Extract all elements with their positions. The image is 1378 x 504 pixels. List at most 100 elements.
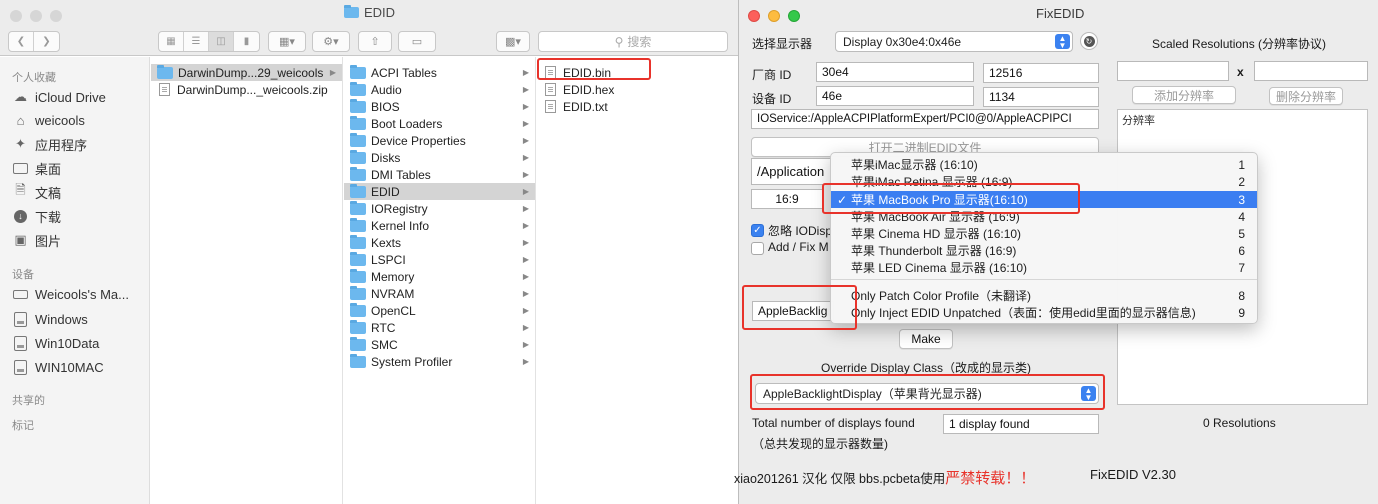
pictures-icon: ▣ (14, 232, 27, 247)
disclosure-arrow-icon: ▶ (522, 136, 529, 145)
folder-row[interactable]: DMI Tables ▶ (344, 166, 535, 183)
sidebar-item-device-win10data[interactable]: Win10Data (12, 332, 99, 354)
sidebar-item-label: 图片 (35, 233, 62, 249)
res-width-field[interactable] (1117, 61, 1229, 81)
folder-row[interactable]: Disks ▶ (344, 149, 535, 166)
folder-row[interactable]: RTC ▶ (344, 319, 535, 336)
add-fix-checkbox[interactable] (751, 242, 764, 255)
vendor-id-hex-field[interactable]: 30e4 (816, 62, 974, 82)
close-window-button[interactable] (10, 10, 22, 22)
menu-item[interactable]: 苹果 LED Cinema 显示器 (16:10) 7 (831, 259, 1257, 276)
refresh-icon: ↻ (1083, 35, 1095, 47)
file-row[interactable]: EDID.hex (537, 81, 738, 98)
folder-row[interactable]: ACPI Tables ▶ (344, 64, 535, 81)
ioservice-path-field[interactable]: IOService:/AppleACPIPlatformExpert/PCI0@… (751, 109, 1099, 129)
folder-row[interactable]: Memory ▶ (344, 268, 535, 285)
menu-item[interactable]: 苹果 Cinema HD 显示器 (16:10) 5 (831, 225, 1257, 242)
ignore-iodisplay-checkbox[interactable]: ✓ (751, 224, 764, 237)
menu-item-label: Only Patch Color Profile（未翻译) (851, 289, 1032, 303)
view-mode-segment: ▦ ☰ ◫ ▮ (158, 31, 260, 52)
aspect-ratio-field[interactable]: 16:9 (751, 189, 823, 209)
folder-row[interactable]: IORegistry ▶ (344, 200, 535, 217)
sidebar-item-applications[interactable]: ✦ 应用程序 (12, 133, 87, 155)
menu-item[interactable]: ✓ 苹果 MacBook Pro 显示器(16:10) 3 (831, 191, 1257, 208)
folder-row[interactable]: Audio ▶ (344, 81, 535, 98)
device-id-dec-field[interactable]: 1134 (983, 87, 1099, 107)
folder-row[interactable]: OpenCL ▶ (344, 302, 535, 319)
file-row[interactable]: EDID.bin (537, 64, 738, 81)
sidebar-section-favorites: 个人收藏 (12, 72, 56, 84)
res-x-separator: x (1237, 65, 1244, 79)
applications-icon: ✦ (15, 136, 26, 151)
zoom-window-button[interactable] (50, 10, 62, 22)
display-select[interactable]: Display 0x30e4:0x46e ▲ ▼ (835, 31, 1073, 52)
menu-item-label: 苹果iMac显示器 (16:10) (851, 158, 978, 172)
sidebar-item-device-windows[interactable]: Windows (12, 308, 88, 330)
menu-item[interactable]: 苹果iMac Retina 显示器 (16:9) 2 (831, 173, 1257, 190)
folder-row[interactable]: LSPCI ▶ (344, 251, 535, 268)
folder-row[interactable]: Device Properties ▶ (344, 132, 535, 149)
delete-resolution-button[interactable]: 删除分辨率 (1269, 87, 1343, 105)
browser-column-3: EDID.bin EDID.hex EDID.txt (537, 57, 738, 504)
file-row[interactable]: DarwinDump..._weicools.zip (151, 81, 342, 98)
folder-icon (350, 319, 366, 334)
override-display-class-select[interactable]: AppleBacklightDisplay（苹果背光显示器) ▲ ▼ (755, 383, 1099, 404)
forward-button[interactable]: ❯ (34, 32, 59, 51)
action-button[interactable]: ⚙▾ (312, 31, 350, 52)
sidebar-item-downloads[interactable]: ↓ 下载 (12, 205, 61, 227)
close-window-button[interactable] (748, 10, 760, 22)
menu-item[interactable]: 苹果 Thunderbolt 显示器 (16:9) 6 (831, 242, 1257, 259)
folder-icon (350, 285, 366, 300)
sidebar-item-icloud[interactable]: ☁ iCloud Drive (12, 86, 106, 108)
home-icon: ⌂ (16, 112, 25, 128)
path-button[interactable]: ▩▾ (496, 31, 530, 52)
make-button[interactable]: Make (899, 329, 953, 349)
menu-item[interactable]: 苹果iMac显示器 (16:10) 1 (831, 156, 1257, 173)
checkmark-icon: ✓ (753, 225, 762, 236)
share-button[interactable]: ⇧ (358, 31, 392, 52)
folder-icon (350, 251, 366, 266)
folder-row[interactable]: Kernel Info ▶ (344, 217, 535, 234)
column-view-icon[interactable]: ◫ (209, 32, 234, 51)
menu-item[interactable]: Only Inject EDID Unpatched（表面：使用edid里面的显… (831, 304, 1257, 321)
sidebar-item-device-win10mac[interactable]: WIN10MAC (12, 356, 104, 378)
folder-row[interactable]: NVRAM ▶ (344, 285, 535, 302)
add-resolution-button[interactable]: 添加分辨率 (1132, 86, 1236, 104)
file-row[interactable]: EDID.txt (537, 98, 738, 115)
icon-view-icon[interactable]: ▦ (159, 32, 184, 51)
sidebar-item-documents[interactable]: 🗎 文稿 (12, 181, 61, 203)
vendor-id-dec-field[interactable]: 12516 (983, 63, 1099, 83)
folder-row[interactable]: BIOS ▶ (344, 98, 535, 115)
back-button[interactable]: ❮ (9, 32, 34, 51)
list-view-icon[interactable]: ☰ (184, 32, 209, 51)
folder-icon (157, 64, 173, 79)
tags-button[interactable]: ▭ (398, 31, 436, 52)
minimize-window-button[interactable] (30, 10, 42, 22)
arrange-button[interactable]: ▦▾ (268, 31, 306, 52)
minimize-window-button[interactable] (768, 10, 780, 22)
device-id-hex-field[interactable]: 46e (816, 86, 974, 106)
display-class-field[interactable]: AppleBacklig (752, 301, 834, 321)
search-input[interactable]: ⚲ 搜索 (538, 31, 728, 52)
disclosure-arrow-icon: ▶ (522, 323, 529, 332)
sidebar-item-pictures[interactable]: ▣ 图片 (12, 229, 61, 251)
zoom-window-button[interactable] (788, 10, 800, 22)
file-row[interactable]: DarwinDump...29_weicools ▶ (151, 64, 342, 81)
menu-item[interactable]: Only Patch Color Profile（未翻译) 8 (831, 287, 1257, 304)
folder-row[interactable]: Kexts ▶ (344, 234, 535, 251)
chevron-updown-icon: ▲ ▼ (1055, 34, 1070, 49)
folder-row[interactable]: SMC ▶ (344, 336, 535, 353)
refresh-button[interactable]: ↻ (1080, 32, 1098, 50)
menu-item[interactable]: 苹果 MacBook Air 显示器 (16:9) 4 (831, 208, 1257, 225)
res-height-field[interactable] (1254, 61, 1368, 81)
applications-path-field[interactable]: /Application (751, 158, 833, 185)
browser-column-2: ACPI Tables ▶ Audio ▶ BIOS ▶ Boot Loaders ▶ Devi… (344, 57, 536, 504)
folder-row[interactable]: EDID ▶ (344, 183, 535, 200)
sidebar-item-desktop[interactable]: 桌面 (12, 157, 61, 179)
folder-icon (350, 302, 366, 317)
sidebar-item-home[interactable]: ⌂ weicools (12, 109, 85, 131)
folder-row[interactable]: Boot Loaders ▶ (344, 115, 535, 132)
sidebar-item-device-mac[interactable]: Weicools's Ma... (12, 283, 129, 305)
cover-flow-icon[interactable]: ▮ (234, 32, 259, 51)
folder-row[interactable]: System Profiler ▶ (344, 353, 535, 370)
